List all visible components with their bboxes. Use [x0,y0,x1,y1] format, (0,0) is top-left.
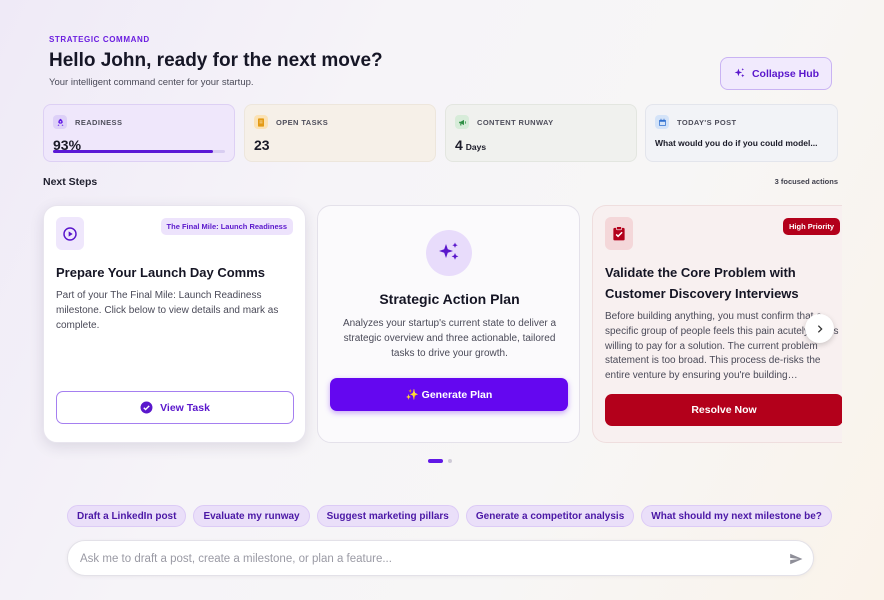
view-task-label: View Task [160,401,210,414]
carousel-pagination [428,459,452,463]
todays-post-label: TODAY'S POST [677,117,737,127]
document-icon [254,115,268,129]
readiness-label: READINESS [75,117,123,127]
generate-plan-label: ✨ Generate Plan [405,389,493,401]
page-title: Hello John, ready for the next move? [49,50,383,71]
next-steps-title: Next Steps [43,176,98,188]
open-tasks-stat: OPEN TASKS 23 [244,104,436,162]
card-title: Strategic Action Plan [379,291,520,307]
collapse-hub-label: Collapse Hub [751,67,820,80]
carousel-dot[interactable] [448,459,452,463]
carousel-dot-active[interactable] [428,459,443,463]
calendar-icon [655,115,669,129]
resolve-now-label: Resolve Now [691,404,757,416]
content-runway-unit: Days [465,142,487,152]
strategic-action-plan-card: Strategic Action Plan Analyzes your star… [317,205,580,443]
suggestion-chip[interactable]: Evaluate my runway [193,505,310,527]
page-subtitle: Your intelligent command center for your… [49,77,254,88]
suggestion-chip[interactable]: Generate a competitor analysis [465,505,635,527]
suggestion-chip[interactable]: Draft a LinkedIn post [67,505,187,527]
generate-plan-button[interactable]: ✨ Generate Plan [330,378,568,411]
next-steps-count: 3 focused actions [774,177,838,186]
send-icon[interactable] [789,552,803,566]
suggestion-chip[interactable]: What should my next milestone be? [641,505,832,527]
card-title: Prepare Your Launch Day Comms [56,265,266,280]
content-runway-stat: CONTENT RUNWAY 4 Days [445,104,637,162]
task-card-launch-comms: The Final Mile: Launch Readiness Prepare… [43,205,306,443]
todays-post-stat[interactable]: TODAY'S POST What would you do if you co… [645,104,838,162]
content-runway-value: 4 [455,137,463,153]
megaphone-icon [455,115,469,129]
card-title: Validate the Core Problem with Customer … [605,265,799,301]
card-description: Part of your The Final Mile: Launch Read… [56,290,279,331]
chat-input[interactable] [80,549,760,569]
readiness-stat: READINESS 93% [43,104,235,162]
open-tasks-label: OPEN TASKS [276,117,329,127]
content-runway-value-row: 4 Days [455,137,627,153]
readiness-progress [53,150,225,153]
todays-post-value: What would you do if you could model... [655,138,818,148]
suggestion-chips: Draft a LinkedIn post Evaluate my runway… [67,505,832,527]
high-priority-badge: High Priority [783,218,841,235]
open-tasks-value: 23 [254,137,270,153]
sparkles-icon [733,67,746,80]
resolve-now-button[interactable]: Resolve Now [605,394,842,426]
view-task-button[interactable]: View Task [56,391,294,424]
content-runway-label: CONTENT RUNWAY [477,117,554,127]
collapse-hub-button[interactable]: Collapse Hub [720,57,832,90]
page-eyebrow: STRATEGIC COMMAND [49,35,150,44]
clipboard-check-icon [605,217,633,250]
chat-composer [67,540,814,576]
rocket-icon [53,115,67,129]
chevron-right-icon [815,324,825,334]
check-circle-icon [140,401,153,414]
card-description: Analyzes your startup's current state to… [342,318,557,359]
suggestion-chip[interactable]: Suggest marketing pillars [316,505,459,527]
readiness-progress-fill [53,150,213,153]
sparkles-icon [426,230,472,276]
carousel-next-button[interactable] [805,314,834,343]
milestone-tag: The Final Mile: Launch Readiness [160,218,293,235]
play-circle-icon [56,217,84,250]
